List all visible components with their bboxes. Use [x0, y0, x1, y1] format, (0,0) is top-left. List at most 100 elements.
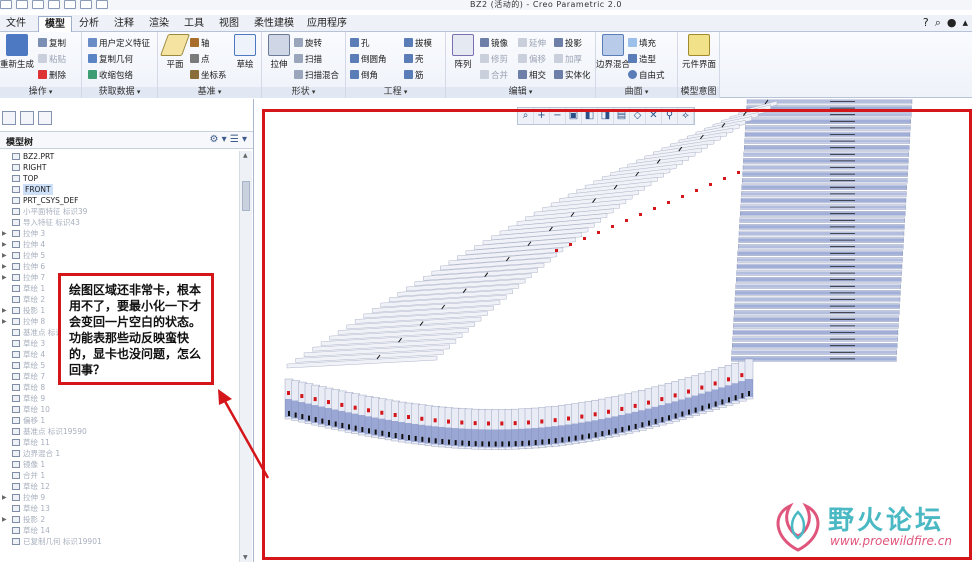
style-button[interactable]: 造型 [628, 54, 656, 65]
pattern-button[interactable]: 阵列 [446, 34, 480, 70]
model-red-marker [687, 389, 690, 394]
model-black-marker [428, 437, 430, 443]
trim-button[interactable]: 修剪 [480, 54, 508, 65]
copy-button[interactable]: 复制 [38, 38, 66, 49]
ribbon: 重新生成 复制 粘贴 删除 操作 用户定义特征 复制几何 收缩包络 获取数据 平… [0, 32, 972, 98]
model-red-tick [639, 213, 642, 216]
expand-icon[interactable]: ▶ [2, 305, 8, 316]
expand-icon[interactable]: ▶ [2, 514, 8, 525]
tab-analysis[interactable]: 分析 [73, 16, 105, 32]
chamfer-button[interactable]: 倒角 [350, 70, 378, 81]
expand-icon[interactable]: ▶ [2, 272, 8, 283]
regenerate-button[interactable]: 重新生成 [0, 34, 34, 70]
offset-button[interactable]: 偏移 [518, 54, 546, 65]
new-icon[interactable] [0, 0, 12, 9]
merge-button[interactable]: 合并 [480, 70, 508, 81]
group-label-surfaces[interactable]: 曲面 [596, 87, 677, 98]
paste-button[interactable]: 粘贴 [38, 54, 66, 65]
model-tree-item-label: 草绘 11 [23, 438, 50, 447]
tab-view[interactable]: 视图 [213, 16, 245, 32]
sweep-button[interactable]: 扫描 [294, 54, 322, 65]
settings-icon[interactable]: ● [947, 16, 957, 30]
rib-button[interactable]: 筋 [404, 70, 424, 81]
model-slab-shade [744, 139, 910, 143]
fill-button[interactable]: 填充 [628, 38, 656, 49]
windows-icon[interactable] [96, 0, 108, 9]
group-label-shapes[interactable]: 形状 [262, 87, 345, 98]
plane-button[interactable]: 平面 [158, 34, 192, 70]
swept-blend-button[interactable]: 扫描混合 [294, 70, 339, 81]
group-label-model-intent[interactable]: 模型意图 [678, 87, 719, 98]
expand-icon[interactable]: ▶ [2, 492, 8, 503]
minimize-ribbon-icon[interactable]: ▴ [962, 16, 968, 30]
revolve-button[interactable]: 旋转 [294, 38, 322, 49]
group-label-operations[interactable]: 操作 [0, 87, 81, 98]
model-red-marker [727, 377, 730, 382]
delete-button[interactable]: 删除 [38, 70, 66, 81]
tab-model[interactable]: 模型 [38, 16, 72, 32]
component-interface-button[interactable]: 元件界面 [682, 34, 716, 70]
expand-icon[interactable]: ▶ [2, 239, 8, 250]
thicken-button[interactable]: 加厚 [554, 54, 582, 65]
feature-icon [12, 406, 20, 413]
point-button[interactable]: 点 [190, 54, 210, 65]
boundary-blend-button[interactable]: 边界混合 [596, 34, 630, 70]
scroll-down-icon[interactable]: ▼ [243, 554, 248, 561]
tab-applications[interactable]: 应用程序 [301, 16, 353, 32]
search-icon[interactable]: ⌕ [935, 16, 941, 30]
sketch-button[interactable]: 草绘 [228, 34, 262, 70]
model-black-marker [581, 434, 584, 440]
model-slab-shade [740, 205, 906, 209]
hole-button[interactable]: 孔 [350, 38, 370, 49]
feature-icon [12, 472, 20, 479]
group-label-datum[interactable]: 基准 [158, 87, 261, 98]
graphics-window[interactable]: ⌕ + − ▣ ◧ ◨ ▤ ◇ ✕ ⚲ ⟡ [255, 99, 972, 562]
hole-icon [350, 38, 359, 47]
draft-button[interactable]: 拔模 [404, 38, 432, 49]
freestyle-button[interactable]: 自由式 [628, 70, 665, 81]
model-black-marker [654, 418, 657, 424]
group-label-engineering[interactable]: 工程 [346, 87, 445, 98]
model-tree-scrollbar[interactable]: ▲ ▼ [239, 151, 252, 562]
group-label-get-data[interactable]: 获取数据 [82, 87, 157, 98]
model-red-marker [327, 400, 330, 405]
csys-button[interactable]: 坐标系 [190, 70, 227, 81]
model-black-marker [434, 438, 437, 444]
scrollbar-thumb[interactable] [242, 181, 250, 211]
tab-flexible-modeling[interactable]: 柔性建模 [248, 16, 300, 32]
help-icon[interactable]: ? [923, 16, 929, 30]
model-tree-tab-icon[interactable] [2, 111, 16, 125]
expand-icon[interactable]: ▶ [2, 261, 8, 272]
tab-tools[interactable]: 工具 [178, 16, 210, 32]
expand-icon[interactable]: ▶ [2, 316, 8, 327]
tab-annotate[interactable]: 注释 [108, 16, 140, 32]
expand-icon[interactable]: ▶ [2, 228, 8, 239]
model-black-marker [408, 435, 410, 441]
save-icon[interactable] [32, 0, 44, 9]
solidify-button[interactable]: 实体化 [554, 70, 591, 81]
open-icon[interactable] [16, 0, 28, 9]
scroll-up-icon[interactable]: ▲ [243, 152, 248, 159]
intersect-button[interactable]: 相交 [518, 70, 546, 81]
project-button[interactable]: 投影 [554, 38, 582, 49]
group-label-editing[interactable]: 编辑 [446, 87, 595, 98]
extend-button[interactable]: 延伸 [518, 38, 546, 49]
undo-icon[interactable] [48, 0, 60, 9]
tree-settings-icon[interactable]: ⚙ ▾ ☰ ▾ [209, 134, 247, 145]
round-button[interactable]: 倒圆角 [350, 54, 387, 65]
tab-file[interactable]: 文件 [0, 16, 32, 32]
tab-render[interactable]: 渲染 [143, 16, 175, 32]
shell-button[interactable]: 壳 [404, 54, 424, 65]
mirror-button[interactable]: 镜像 [480, 38, 508, 49]
axis-button[interactable]: 轴 [190, 38, 210, 49]
expand-icon[interactable]: ▶ [2, 250, 8, 261]
favorites-tab-icon[interactable] [38, 111, 52, 125]
regenerate-icon[interactable] [80, 0, 92, 9]
folder-browser-tab-icon[interactable] [20, 111, 34, 125]
model-tree-item-label: 导入特征 标识43 [23, 218, 80, 227]
udf-button[interactable]: 用户定义特征 [88, 38, 150, 49]
extrude-button[interactable]: 拉伸 [262, 34, 296, 70]
shrinkwrap-button[interactable]: 收缩包络 [88, 70, 133, 81]
copy-geometry-button[interactable]: 复制几何 [88, 54, 133, 65]
redo-icon[interactable] [64, 0, 76, 9]
